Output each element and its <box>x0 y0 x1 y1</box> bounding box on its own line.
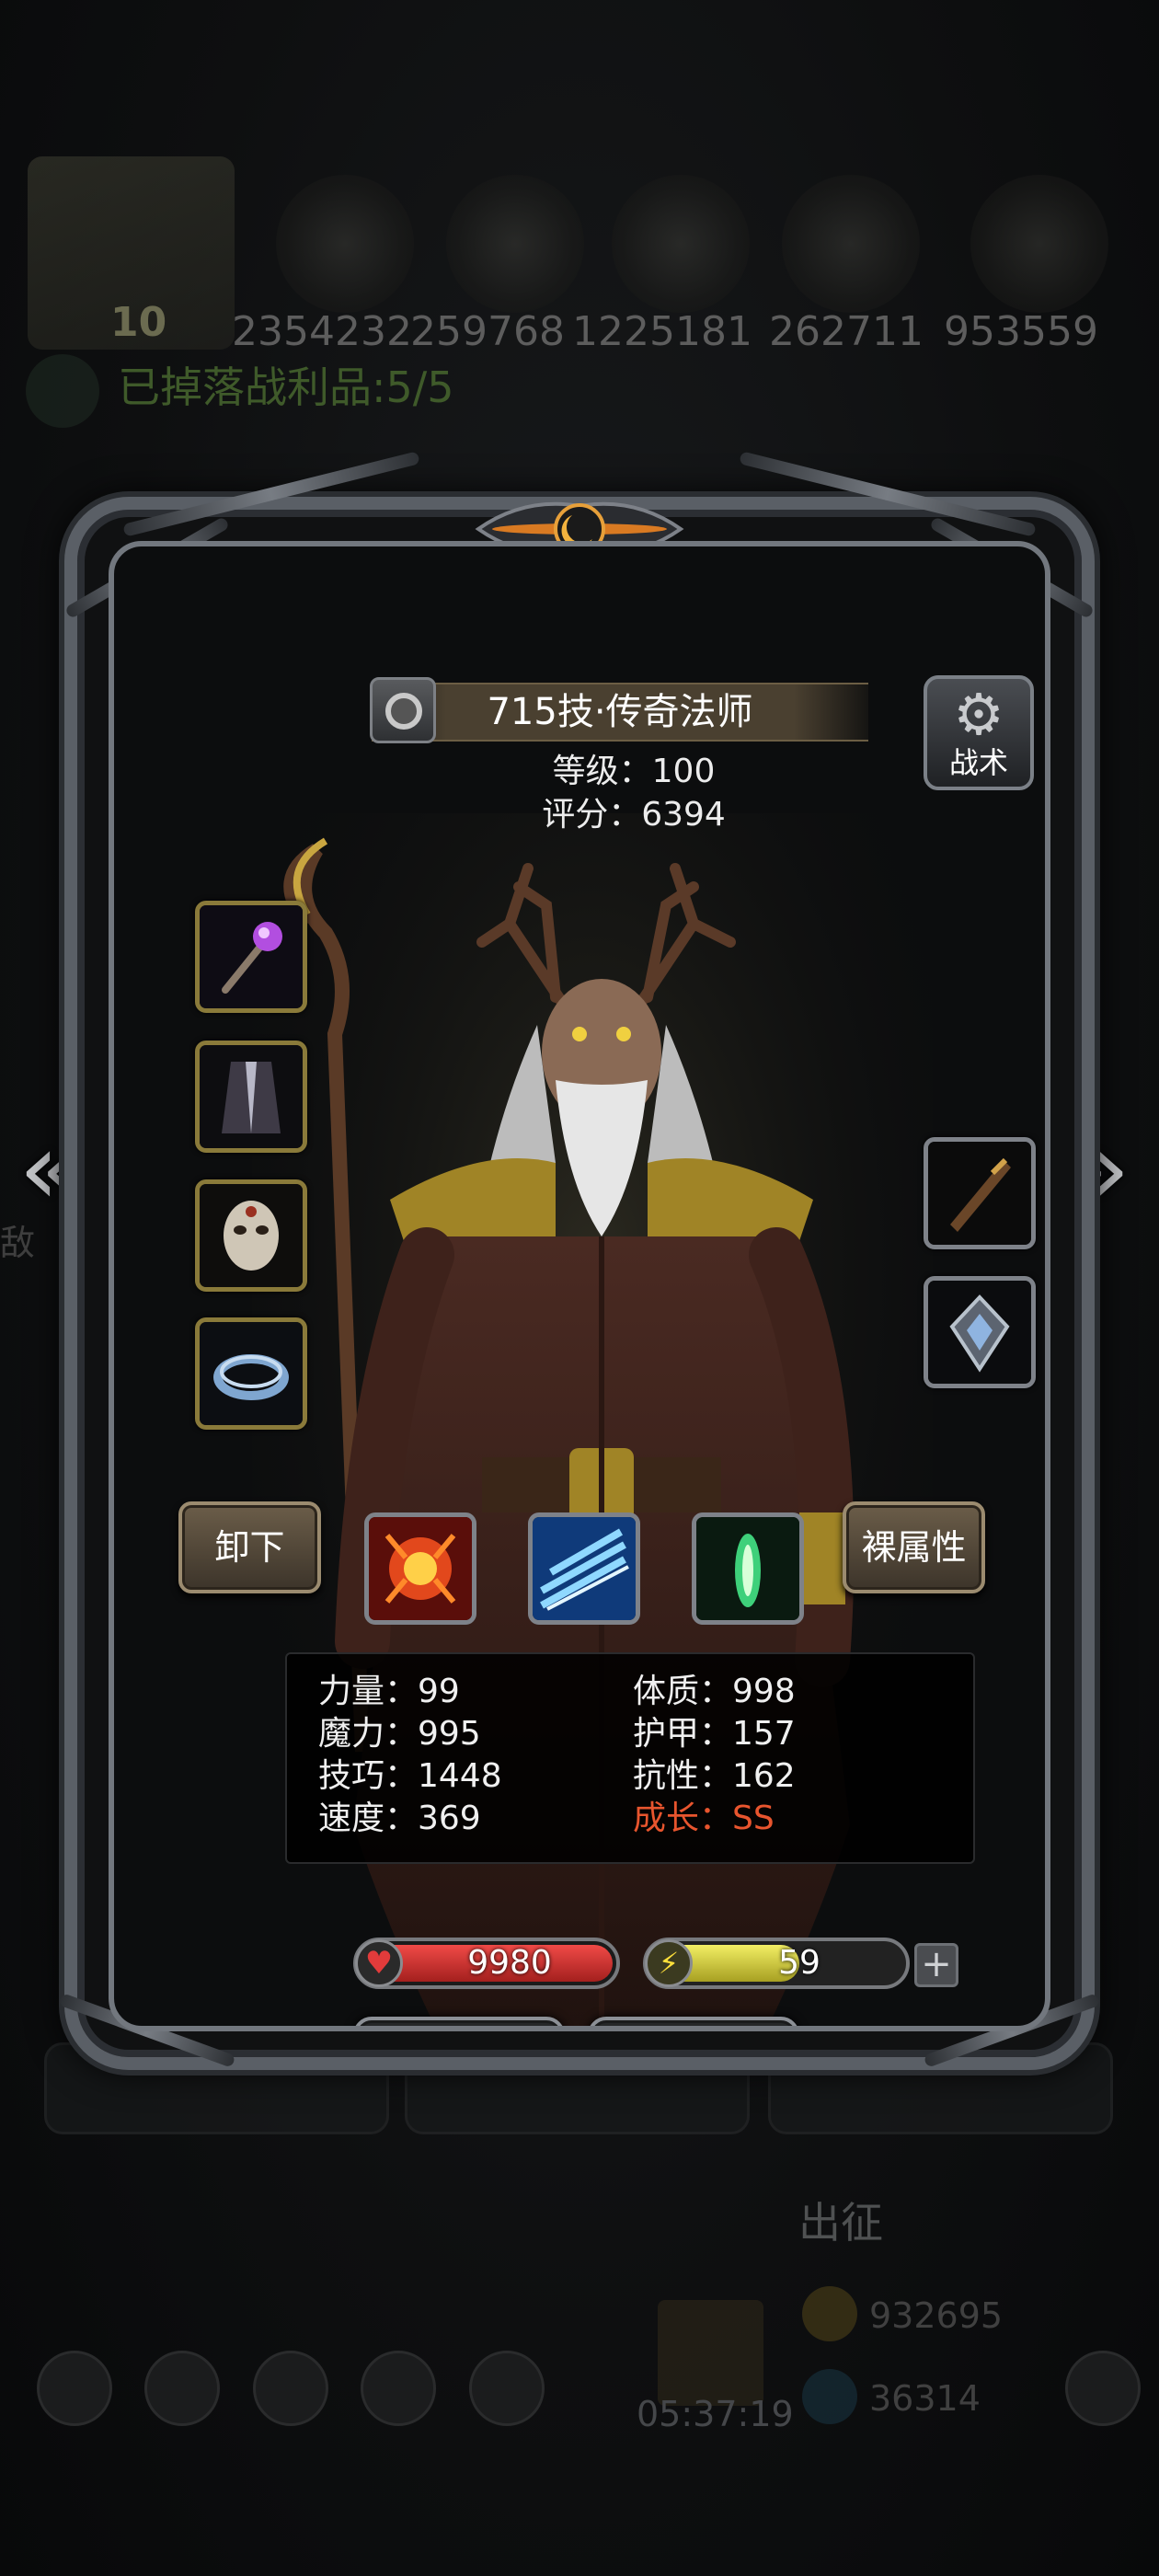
fire-skill-icon <box>369 1517 472 1620</box>
bg-expedition-label: 出征 <box>798 2198 883 2248</box>
stat-magic: 魔力：995 <box>318 1715 481 1753</box>
bg-resource-value: 2354232 <box>232 308 412 355</box>
bg-gold-icon <box>802 2286 857 2341</box>
hp-value: 9980 <box>467 1944 552 1982</box>
stat-speed: 速度：369 <box>318 1800 481 1837</box>
staff-icon <box>200 905 303 1008</box>
leave-button[interactable]: 离开 <box>588 2017 799 2026</box>
equipment-slot-weapon[interactable] <box>195 901 307 1013</box>
mask-icon <box>200 1184 303 1287</box>
bg-menu-icon <box>1065 2351 1141 2426</box>
stat-skill: 技巧：1448 <box>318 1757 502 1795</box>
bg-resource-icon <box>276 175 414 313</box>
bg-resource-value: 259768 <box>410 308 565 355</box>
equipment-slot-armor[interactable] <box>195 1041 307 1153</box>
energy-value: 59 <box>778 1944 820 1982</box>
stat-constitution: 体质：998 <box>633 1673 796 1710</box>
stat-strength: 力量：99 <box>318 1673 460 1710</box>
unequip-button[interactable]: 卸下 <box>178 1501 321 1593</box>
bg-menu-icon <box>37 2351 112 2426</box>
advance-button[interactable]: 进阶 <box>353 2017 565 2026</box>
stat-growth: 成长：SS <box>633 1800 775 1837</box>
robe-icon <box>200 1045 303 1148</box>
bg-resource-value: 1225181 <box>572 308 752 355</box>
bg-currency-1: 932695 <box>869 2295 1004 2336</box>
bg-hero-level: 10 <box>110 299 167 346</box>
bg-menu-icon <box>469 2351 545 2426</box>
stat-resistance: 抗性：162 <box>633 1757 796 1795</box>
hp-bar: ♥ 9980 <box>353 1938 620 1989</box>
hero-name: 715技·传奇法师 <box>487 691 753 733</box>
nature-skill-icon <box>696 1517 799 1620</box>
bg-menu-icon <box>361 2351 436 2426</box>
add-energy-button[interactable]: + <box>914 1943 958 1987</box>
tactics-button[interactable]: ⚙ 战术 <box>924 675 1034 790</box>
bg-gem-icon <box>802 2369 857 2424</box>
heart-icon: ♥ <box>355 1939 403 1987</box>
emblem-icon <box>928 1281 1031 1384</box>
equipment-slot-emblem[interactable] <box>924 1276 1036 1388</box>
bg-menu-icon <box>253 2351 328 2426</box>
dialog-content: 715技·传奇法师 等级：100 评分：6394 ⚙ 战术 卸下 裸属性 力量：… <box>109 541 1050 2031</box>
tactics-label: 战术 <box>948 745 1008 780</box>
stats-panel: 力量：99 魔力：995 技巧：1448 速度：369 体质：998 护甲：15… <box>285 1652 975 1864</box>
bg-loot-icon <box>26 354 99 428</box>
bg-gift-icon <box>658 2300 763 2406</box>
lightning-icon: ⚡ <box>645 1939 693 1987</box>
bg-resource-value: 953559 <box>944 308 1098 355</box>
bg-currency-2: 36314 <box>869 2378 981 2419</box>
hero-level: 等级：100 <box>552 753 716 790</box>
dagger-icon <box>928 1142 1031 1245</box>
equipment-slot-accessory[interactable] <box>924 1137 1036 1249</box>
skill-slot[interactable] <box>364 1512 476 1625</box>
bg-resource-icon <box>970 175 1108 313</box>
skill-slot[interactable] <box>692 1512 804 1625</box>
bg-resource-icon <box>782 175 920 313</box>
bg-loot-text: 已掉落战利品:5/5 <box>118 362 454 412</box>
equipment-slot-helmet[interactable] <box>195 1179 307 1292</box>
bg-resource-value: 262711 <box>769 308 924 355</box>
bg-resource-icon <box>446 175 584 313</box>
gear-icon: ⚙ <box>953 681 1004 748</box>
ring-icon <box>200 1322 303 1425</box>
bg-resource-icon <box>612 175 750 313</box>
equipment-slot-ring[interactable] <box>195 1317 307 1430</box>
hero-detail-dialog: 715技·传奇法师 等级：100 评分：6394 ⚙ 战术 卸下 裸属性 力量：… <box>58 451 1101 2070</box>
skill-slot[interactable] <box>528 1512 640 1625</box>
bg-timer: 05:37:19 <box>637 2394 794 2434</box>
hero-score: 评分：6394 <box>542 796 726 834</box>
ice-skill-icon <box>533 1517 636 1620</box>
bg-menu-icon <box>144 2351 220 2426</box>
stat-armor: 护甲：157 <box>633 1715 796 1753</box>
energy-bar: ⚡ 59 <box>643 1938 910 1989</box>
base-attributes-button[interactable]: 裸属性 <box>843 1501 985 1593</box>
